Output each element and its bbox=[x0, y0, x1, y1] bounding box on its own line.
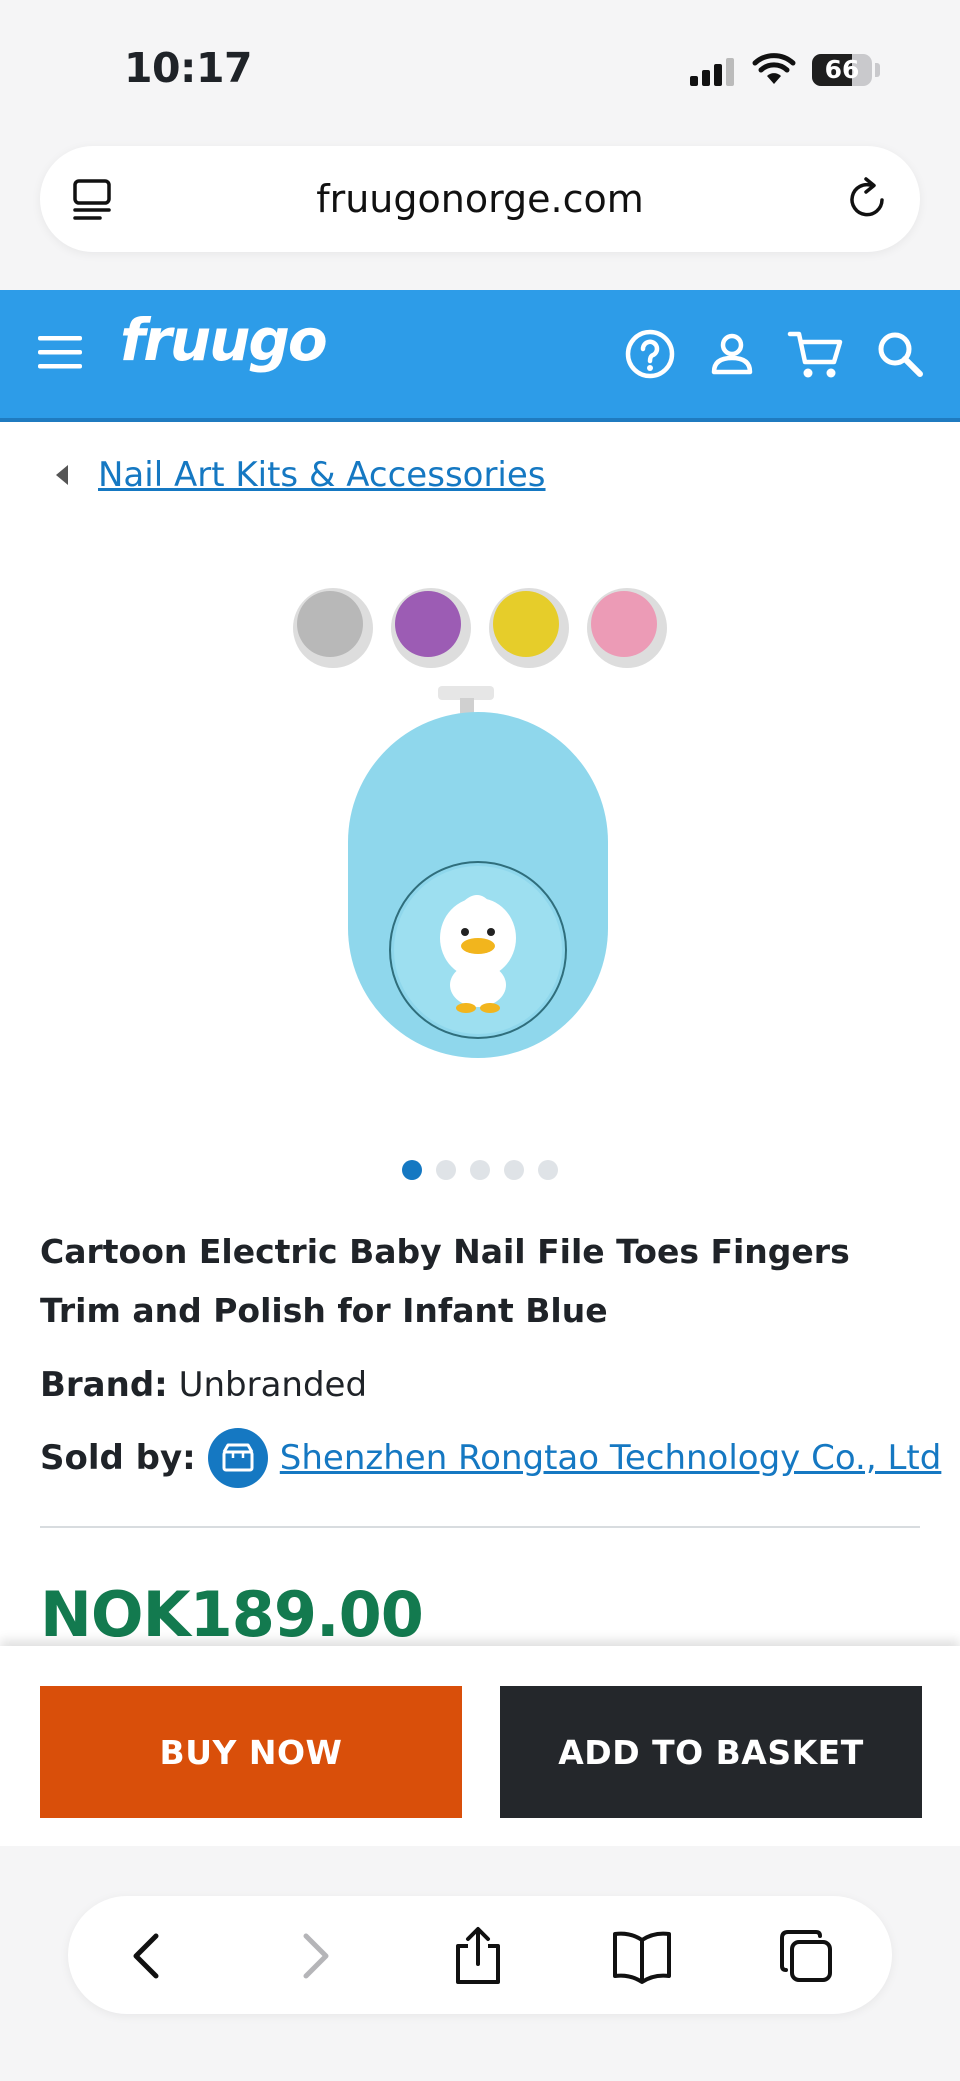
status-time: 10:17 bbox=[124, 44, 253, 92]
carousel-dot[interactable] bbox=[504, 1160, 524, 1180]
url-text[interactable]: fruugonorge.com bbox=[160, 146, 800, 252]
help-icon[interactable] bbox=[622, 326, 678, 382]
share-icon[interactable] bbox=[450, 1926, 506, 1986]
carousel-dot[interactable] bbox=[402, 1160, 422, 1180]
seller-link[interactable]: Shenzhen Rongtao Technology Co., Ltd bbox=[280, 1438, 942, 1478]
divider bbox=[40, 1526, 920, 1528]
page-menu-icon[interactable] bbox=[72, 178, 114, 222]
store-icon bbox=[207, 1428, 268, 1488]
carousel-dot[interactable] bbox=[470, 1160, 490, 1180]
back-caret-icon[interactable] bbox=[56, 465, 68, 485]
status-bar: 10:17 66 bbox=[0, 0, 960, 140]
carousel-dot[interactable] bbox=[538, 1160, 558, 1180]
fruugo-logo[interactable]: fruugo bbox=[120, 306, 328, 374]
product-image[interactable] bbox=[270, 560, 690, 1100]
site-header: fruugo bbox=[0, 290, 960, 422]
image-carousel-dots bbox=[0, 1160, 960, 1180]
reload-icon[interactable] bbox=[846, 176, 890, 222]
brand-label: Brand: bbox=[40, 1365, 168, 1405]
brand-value: Unbranded bbox=[178, 1365, 368, 1405]
breadcrumb-link[interactable]: Nail Art Kits & Accessories bbox=[98, 455, 546, 495]
tabs-icon[interactable] bbox=[776, 1926, 836, 1986]
sold-by: Sold by: Shenzhen Rongtao Technology Co.… bbox=[40, 1428, 941, 1488]
replacement-disc-purple bbox=[391, 588, 471, 668]
browser-toolbar bbox=[0, 1846, 960, 2081]
cellular-signal-icon bbox=[690, 58, 734, 86]
product-price: NOK189.00 bbox=[40, 1578, 424, 1651]
menu-icon[interactable] bbox=[36, 334, 84, 370]
replacement-disc-yellow bbox=[489, 588, 569, 668]
product-title: Cartoon Electric Baby Nail File Toes Fin… bbox=[40, 1232, 850, 1330]
action-bar: BUY NOW ADD TO BASKET bbox=[0, 1646, 960, 1846]
account-icon[interactable] bbox=[704, 326, 760, 382]
cart-icon[interactable] bbox=[786, 326, 846, 382]
carousel-dot[interactable] bbox=[436, 1160, 456, 1180]
browser-address-area: fruugonorge.com bbox=[0, 140, 960, 290]
product-brand: Brand: Unbranded bbox=[40, 1365, 367, 1405]
add-to-basket-button[interactable]: ADD TO BASKET bbox=[500, 1686, 922, 1818]
buy-now-button[interactable]: BUY NOW bbox=[40, 1686, 462, 1818]
breadcrumb: Nail Art Kits & Accessories bbox=[56, 455, 546, 495]
search-icon[interactable] bbox=[872, 326, 928, 382]
bookmarks-icon[interactable] bbox=[610, 1926, 674, 1986]
replacement-disc-grey bbox=[293, 588, 373, 668]
battery-icon: 66 bbox=[812, 54, 872, 86]
sold-by-label: Sold by: bbox=[40, 1438, 196, 1478]
battery-tip bbox=[875, 63, 880, 77]
browser-toolbar-pill bbox=[68, 1896, 892, 2014]
battery-percentage: 66 bbox=[824, 55, 860, 84]
back-icon[interactable] bbox=[120, 1926, 176, 1986]
wifi-icon bbox=[752, 53, 796, 84]
replacement-disc-pink bbox=[587, 588, 667, 668]
forward-icon[interactable] bbox=[286, 1926, 342, 1986]
address-bar[interactable]: fruugonorge.com bbox=[40, 146, 920, 252]
